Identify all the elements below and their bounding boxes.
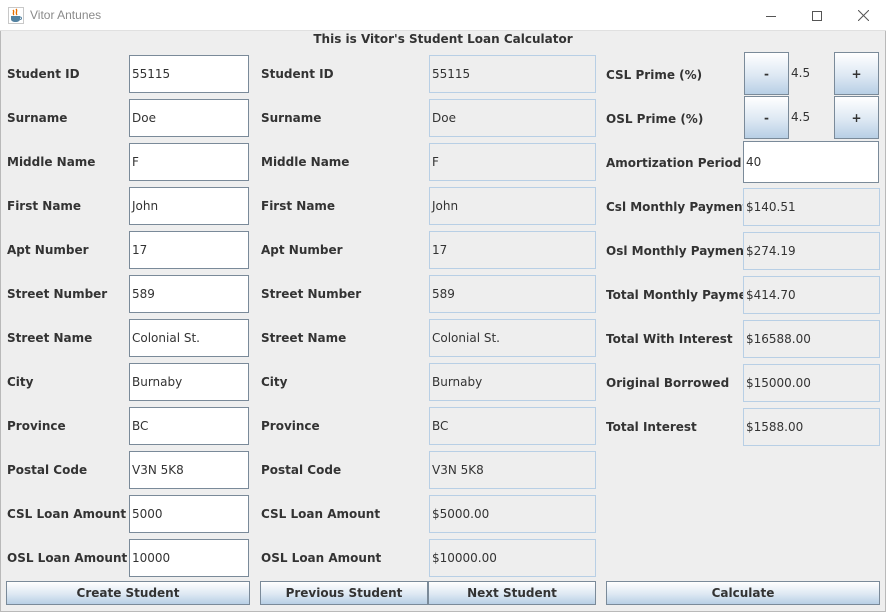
display-street-number-label: Street Number <box>261 287 362 301</box>
next-student-button[interactable]: Next Student <box>428 581 596 605</box>
amortization-period-label: Amortization Period <box>606 156 742 170</box>
input-apt-number-field[interactable]: 17 <box>129 231 249 269</box>
display-street-name-value: Colonial St. <box>429 319 596 357</box>
title-bar: Vitor Antunes <box>0 0 886 31</box>
input-city-field[interactable]: Burnaby <box>129 363 249 401</box>
minimize-button[interactable] <box>748 0 794 31</box>
input-middle-name-field[interactable]: F <box>129 143 249 181</box>
display-osl-loan-amount-label: OSL Loan Amount <box>261 551 382 565</box>
create-student-button[interactable]: Create Student <box>6 581 250 605</box>
display-province-value: BC <box>429 407 596 445</box>
page-title: This is Vitor's Student Loan Calculator <box>313 32 573 46</box>
display-csl-loan-amount-label: CSL Loan Amount <box>261 507 381 521</box>
display-postal-code-label: Postal Code <box>261 463 342 477</box>
input-city-label: City <box>7 375 34 389</box>
input-surname-field[interactable]: Doe <box>129 99 249 137</box>
csl-prime-decrement-button[interactable]: - <box>744 52 789 95</box>
display-osl-loan-amount-value: $10000.00 <box>429 539 596 577</box>
amortization-period-input[interactable]: 40 <box>743 141 879 183</box>
osl-prime-increment-button[interactable]: + <box>834 96 879 139</box>
total-interest-label: Total Interest <box>606 420 697 434</box>
display-student-id-value: 55115 <box>429 55 596 93</box>
input-street-name-label: Street Name <box>7 331 93 345</box>
input-street-name-field[interactable]: Colonial St. <box>129 319 249 357</box>
input-student-id-field[interactable]: 55115 <box>129 55 249 93</box>
input-postal-code-field[interactable]: V3N 5K8 <box>129 451 249 489</box>
input-surname-label: Surname <box>7 111 68 125</box>
input-province-field[interactable]: BC <box>129 407 249 445</box>
java-coffee-cup-icon <box>8 7 24 24</box>
csl-monthly-payments-value: $140.51 <box>743 188 880 226</box>
maximize-icon <box>812 10 822 21</box>
display-apt-number-value: 17 <box>429 231 596 269</box>
csl-prime-label: CSL Prime (%) <box>606 68 703 82</box>
csl-prime-value[interactable]: 4.5 <box>789 52 834 95</box>
input-csl-loan-amount-field[interactable]: 5000 <box>129 495 249 533</box>
input-street-number-field[interactable]: 589 <box>129 275 249 313</box>
close-icon <box>857 10 869 21</box>
display-street-number-value: 589 <box>429 275 596 313</box>
input-first-name-label: First Name <box>7 199 82 213</box>
display-city-value: Burnaby <box>429 363 596 401</box>
display-street-name-label: Street Name <box>261 331 347 345</box>
csl-prime-increment-button[interactable]: + <box>834 52 879 95</box>
display-surname-label: Surname <box>261 111 322 125</box>
osl-prime-value[interactable]: 4.5 <box>789 96 834 139</box>
input-apt-number-label: Apt Number <box>7 243 89 257</box>
total-interest-value: $1588.00 <box>743 408 880 446</box>
display-csl-loan-amount-value: $5000.00 <box>429 495 596 533</box>
input-student-id-label: Student ID <box>7 67 80 81</box>
close-button[interactable] <box>840 0 886 31</box>
osl-prime-label: OSL Prime (%) <box>606 112 704 126</box>
display-postal-code-value: V3N 5K8 <box>429 451 596 489</box>
total-monthly-payments-value: $414.70 <box>743 276 880 314</box>
display-first-name-value: John <box>429 187 596 225</box>
input-street-number-label: Street Number <box>7 287 108 301</box>
total-with-interest-value: $16588.00 <box>743 320 880 358</box>
display-middle-name-label: Middle Name <box>261 155 350 169</box>
csl-monthly-payments-label: Csl Monthly Payments <box>606 200 756 214</box>
original-borrowed-value: $15000.00 <box>743 364 880 402</box>
display-apt-number-label: Apt Number <box>261 243 343 257</box>
previous-student-button[interactable]: Previous Student <box>260 581 428 605</box>
calculate-button[interactable]: Calculate <box>606 581 880 605</box>
display-student-id-label: Student ID <box>261 67 334 81</box>
input-first-name-field[interactable]: John <box>129 187 249 225</box>
osl-monthly-payments-label: Osl Monthly Payments <box>606 244 757 258</box>
input-postal-code-label: Postal Code <box>7 463 88 477</box>
input-province-label: Province <box>7 419 66 433</box>
minimize-icon <box>766 15 776 17</box>
total-with-interest-label: Total With Interest <box>606 332 733 346</box>
maximize-button[interactable] <box>794 0 840 31</box>
display-city-label: City <box>261 375 288 389</box>
osl-monthly-payments-value: $274.19 <box>743 232 880 270</box>
display-province-label: Province <box>261 419 320 433</box>
display-first-name-label: First Name <box>261 199 336 213</box>
input-osl-loan-amount-field[interactable]: 10000 <box>129 539 249 577</box>
input-middle-name-label: Middle Name <box>7 155 96 169</box>
display-middle-name-value: F <box>429 143 596 181</box>
window-title: Vitor Antunes <box>30 8 102 22</box>
original-borrowed-label: Original Borrowed <box>606 376 730 390</box>
display-surname-value: Doe <box>429 99 596 137</box>
osl-prime-decrement-button[interactable]: - <box>744 96 789 139</box>
